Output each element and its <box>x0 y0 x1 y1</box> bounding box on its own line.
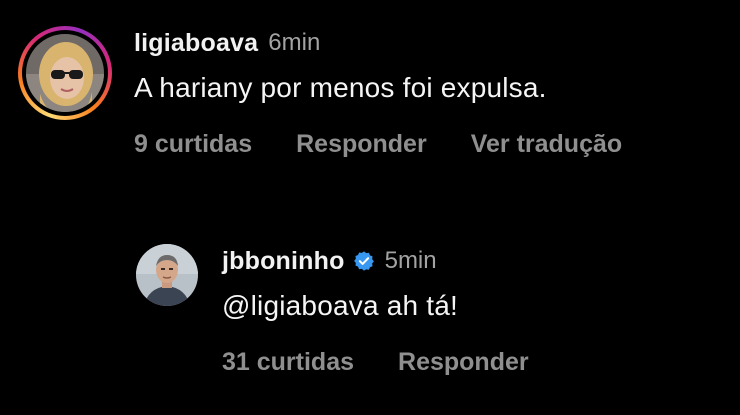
likes-count-link[interactable]: 31 curtidas <box>222 348 354 377</box>
comment-header: jbboninho 5min <box>222 244 529 278</box>
translate-button[interactable]: Ver tradução <box>471 130 622 159</box>
avatar[interactable] <box>136 244 198 306</box>
username-link[interactable]: jbboninho <box>222 247 345 276</box>
timestamp: 5min <box>384 247 437 274</box>
story-ring[interactable] <box>18 26 112 120</box>
comment-actions: 31 curtidas Responder <box>222 348 529 377</box>
user-photo-icon <box>136 244 198 306</box>
reply-item: jbboninho 5min @ligiaboava ah tá! 31 cur… <box>136 244 736 394</box>
username-link[interactable]: ligiaboava <box>134 29 258 58</box>
reply-button[interactable]: Responder <box>398 348 529 377</box>
likes-count-link[interactable]: 9 curtidas <box>134 130 252 159</box>
user-photo-icon <box>26 34 104 112</box>
comment-body: ligiaboava 6min A hariany por menos foi … <box>134 26 622 159</box>
reply-button[interactable]: Responder <box>296 130 427 159</box>
comment-text: @ligiaboava ah tá! <box>222 290 458 321</box>
comment-item: ligiaboava 6min A hariany por menos foi … <box>18 26 738 176</box>
avatar[interactable] <box>18 26 112 120</box>
comment-body: jbboninho 5min @ligiaboava ah tá! 31 cur… <box>222 244 529 377</box>
comment-header: ligiaboava 6min <box>134 26 622 60</box>
timestamp: 6min <box>268 29 321 56</box>
comment-actions: 9 curtidas Responder Ver tradução <box>134 130 622 159</box>
comment-text: A hariany por menos foi expulsa. <box>134 72 547 103</box>
verified-badge-icon <box>353 250 375 272</box>
